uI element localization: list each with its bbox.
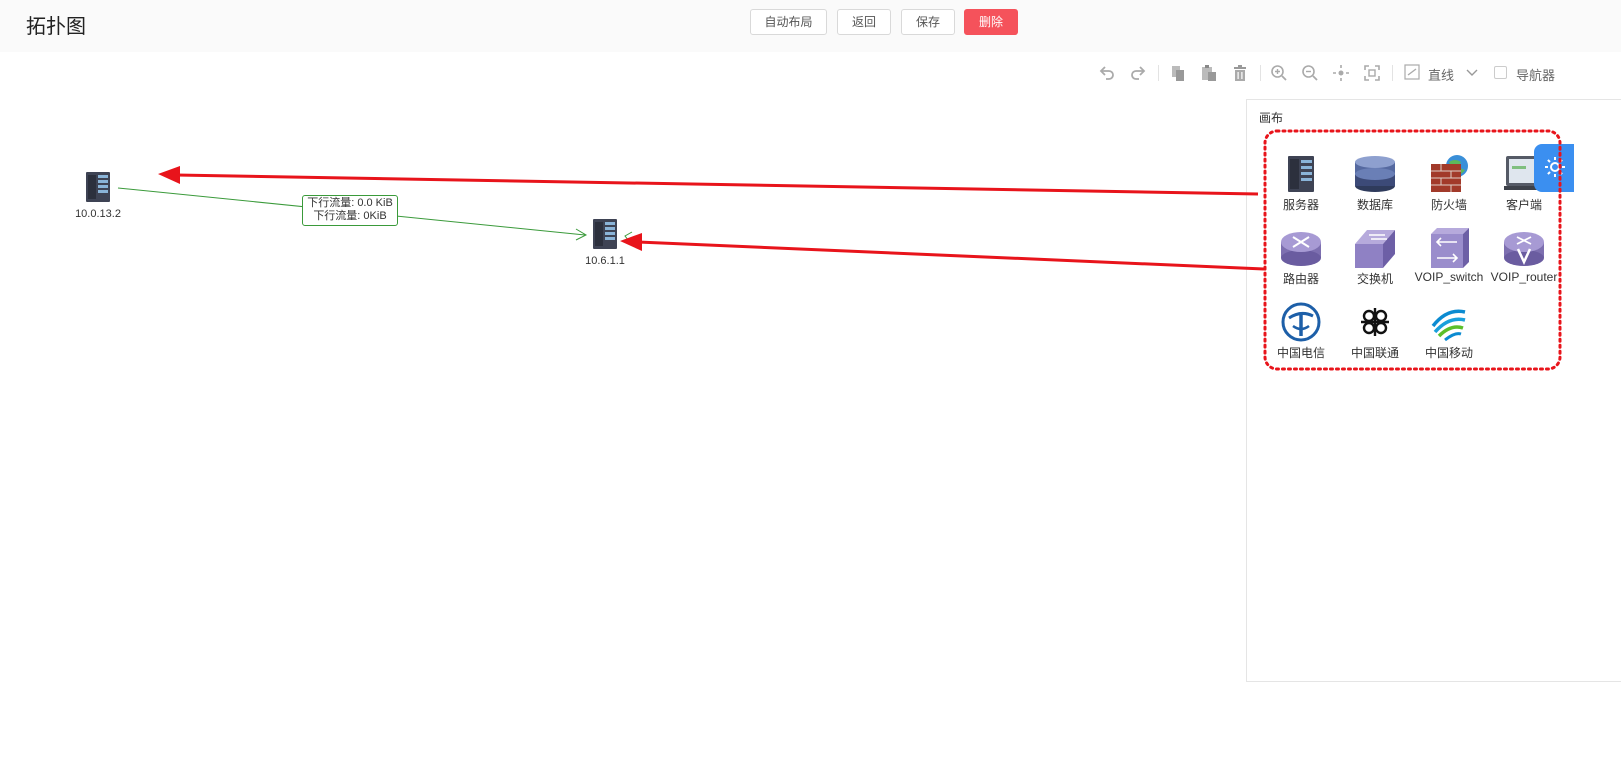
palette-item-label: VOIP_switch [1414, 270, 1484, 284]
palette-item-database[interactable]: 数据库 [1338, 154, 1412, 224]
palette-item-switch[interactable]: 交换机 [1338, 228, 1412, 298]
palette-item-label: 路由器 [1282, 272, 1319, 286]
line-style-icon [1404, 64, 1420, 80]
topology-node-2[interactable]: 10.6.1.1 [580, 218, 630, 267]
settings-button[interactable] [1534, 144, 1574, 192]
firewall-icon [1431, 155, 1468, 192]
palette-item-server[interactable]: 服务器 [1264, 154, 1338, 224]
zoom-in-icon[interactable] [1269, 63, 1289, 83]
switch-icon [1355, 230, 1395, 268]
china-mobile-icon [1431, 309, 1466, 342]
header-bar: 拓扑图 自动布局 返回 保存 删除 [0, 0, 1621, 52]
palette-item-firewall[interactable]: 防火墙 [1412, 154, 1486, 224]
back-button[interactable]: 返回 [837, 9, 891, 35]
edge-traffic-label[interactable]: 下行流量: 0.0 KiB 下行流量: 0KiB [302, 195, 398, 226]
editor-toolbar [0, 56, 1621, 90]
china-unicom-icon [1361, 308, 1389, 336]
palette-item-label: 中国电信 [1276, 346, 1325, 360]
palette-item-label: 中国联通 [1350, 346, 1399, 360]
palette-item-label: VOIP_router [1490, 270, 1558, 284]
server-icon [593, 219, 617, 249]
palette-item-router[interactable]: 路由器 [1264, 228, 1338, 298]
palette-item-china-mobile[interactable]: 中国移动 [1412, 302, 1486, 372]
fit-icon[interactable] [1331, 63, 1351, 83]
toolbar-divider [1392, 65, 1393, 81]
save-button[interactable]: 保存 [901, 9, 955, 35]
palette-item-voip-switch[interactable]: VOIP_switch [1412, 228, 1486, 298]
page-title: 拓扑图 [26, 16, 86, 38]
palette-item-label: 交换机 [1356, 272, 1393, 286]
topology-canvas[interactable] [0, 92, 1245, 768]
undo-icon[interactable] [1097, 63, 1117, 83]
gear-icon [1545, 157, 1565, 177]
china-telecom-icon [1281, 302, 1321, 342]
toolbar-divider [1260, 65, 1261, 81]
delete-icon[interactable] [1230, 63, 1250, 83]
edge-label-line-1: 下行流量: 0.0 KiB [307, 197, 393, 209]
navigator-toggle[interactable]: 导航器 [1494, 64, 1560, 83]
palette-item-label: 防火墙 [1430, 198, 1467, 212]
auto-layout-button[interactable]: 自动布局 [750, 9, 827, 35]
copy-icon[interactable] [1168, 63, 1188, 83]
toolbar-divider [1158, 65, 1159, 81]
router-icon [1281, 232, 1321, 266]
database-icon [1355, 156, 1395, 192]
delete-button[interactable]: 删除 [964, 9, 1018, 35]
navigator-checkbox[interactable] [1494, 66, 1507, 79]
palette-item-label: 客户端 [1505, 198, 1542, 212]
line-type-value: 直线 [1428, 68, 1455, 83]
zoom-out-icon[interactable] [1300, 63, 1320, 83]
paste-icon[interactable] [1199, 63, 1219, 83]
line-type-select[interactable]: 直线 [1404, 62, 1478, 84]
palette-title: 画布 [1259, 111, 1284, 125]
actual-size-icon[interactable] [1362, 63, 1382, 83]
palette-item-label: 数据库 [1356, 198, 1393, 212]
topology-node-1[interactable]: 10.0.13.2 [72, 171, 124, 220]
palette-item-label: 服务器 [1282, 198, 1319, 212]
chevron-down-icon [1466, 69, 1478, 76]
navigator-label: 导航器 [1516, 68, 1556, 83]
voip-switch-icon [1431, 228, 1469, 268]
edge-label-line-2: 下行流量: 0KiB [313, 210, 387, 222]
palette-item-voip-router[interactable]: VOIP_router [1487, 228, 1561, 298]
redo-icon[interactable] [1128, 63, 1148, 83]
node-label: 10.0.13.2 [75, 208, 121, 220]
voip-router-icon [1504, 232, 1544, 266]
server-icon [86, 172, 110, 202]
palette-item-label: 中国移动 [1424, 346, 1473, 360]
palette-item-china-unicom[interactable]: 中国联通 [1338, 302, 1412, 372]
node-label: 10.6.1.1 [585, 255, 625, 267]
server-icon [1288, 156, 1314, 192]
palette-item-china-telecom[interactable]: 中国电信 [1264, 302, 1338, 372]
